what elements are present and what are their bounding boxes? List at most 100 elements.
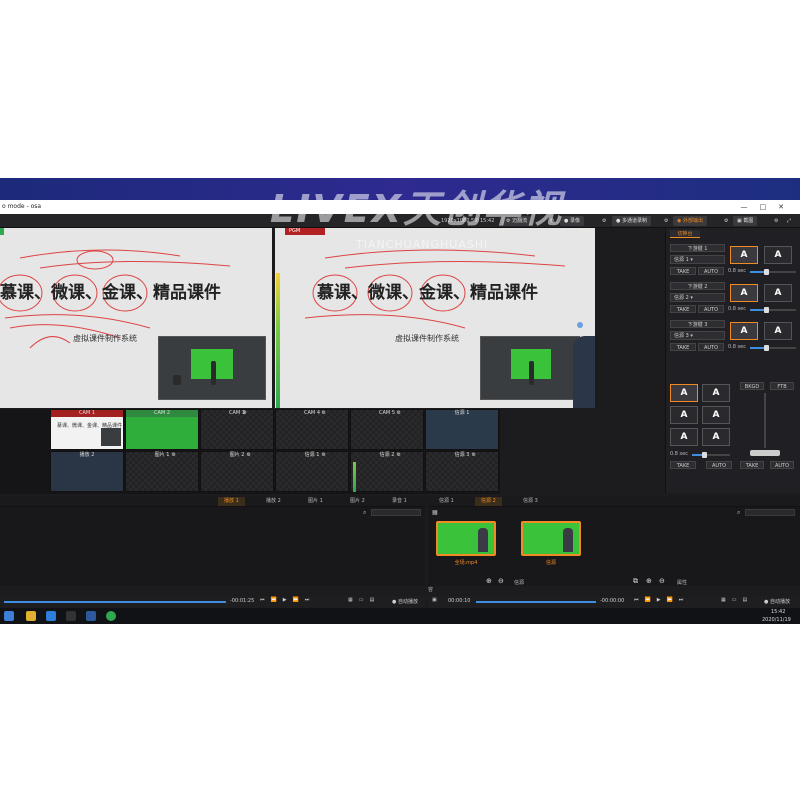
left-progress[interactable] <box>4 601 226 603</box>
dsk2-a-button[interactable]: A <box>730 284 758 302</box>
dsk1-a-button[interactable]: A <box>730 246 758 264</box>
gear-icon[interactable]: ⚙ <box>247 452 251 458</box>
close-icon[interactable]: ✕ <box>778 203 796 211</box>
source-signal1[interactable]: 信源 1 <box>425 409 499 450</box>
wechat-icon[interactable] <box>106 611 116 621</box>
transition-a1-button[interactable]: A <box>670 384 698 402</box>
gear-icon[interactable]: ⚙ <box>720 216 732 226</box>
source-cam4[interactable]: CAM 4 ⚙ <box>275 409 349 450</box>
dsk1-a2-button[interactable]: A <box>764 246 792 264</box>
tab-signal1[interactable]: 信源 1 <box>433 497 460 506</box>
dsk2-a2-button[interactable]: A <box>764 284 792 302</box>
source-signal2[interactable]: 信源 2 ⚙ <box>350 451 424 492</box>
bg-take-button[interactable]: TAKE <box>670 461 696 469</box>
image-icon[interactable]: ▣ <box>432 597 437 603</box>
dsk3-a2-button[interactable]: A <box>764 322 792 340</box>
source-play2[interactable]: 播放 2 <box>50 451 124 492</box>
tab-play2[interactable]: 播放 2 <box>260 497 287 506</box>
livex-app-icon[interactable] <box>86 611 96 621</box>
dsk1-auto-button[interactable]: AUTO <box>698 267 724 275</box>
switcher-tab[interactable]: 切换台 <box>670 230 700 238</box>
source-image1[interactable]: 图片 1 ⚙ <box>125 451 199 492</box>
minimize-icon[interactable]: — <box>741 203 760 211</box>
dsk1-select[interactable]: 信源 1 ▾ <box>670 255 725 264</box>
screenshot-button[interactable]: ▣ 截图 <box>733 216 758 226</box>
gear-icon[interactable]: ⚙ <box>397 410 401 416</box>
search-icon[interactable]: ⌕ <box>737 509 740 517</box>
record-button[interactable]: ● 录像 <box>560 216 584 226</box>
search-icon[interactable]: ⌕ <box>363 509 366 517</box>
ftb-take-button[interactable]: TAKE <box>740 461 764 469</box>
grid-view-icon[interactable]: ▦ <box>432 509 438 516</box>
gear-icon[interactable]: ⚙ <box>322 452 326 458</box>
external-output-button[interactable]: ◉ 外部输出 <box>673 216 707 226</box>
media-thumb-2[interactable] <box>521 521 581 556</box>
tab-play1[interactable]: 播放 1 <box>218 497 245 506</box>
right-autoplay[interactable]: ● 自动播放 <box>764 598 790 605</box>
properties-search-input[interactable] <box>745 509 795 516</box>
bkgd-button[interactable]: BKGD <box>740 382 764 390</box>
media-thumb-1[interactable] <box>436 521 496 556</box>
dsk3-take-button[interactable]: TAKE <box>670 343 696 351</box>
source-cam1[interactable]: CAM 1 慕课、微课、金课、精品课件 <box>50 409 124 450</box>
store-icon[interactable] <box>46 611 56 621</box>
ftb-auto-button[interactable]: AUTO <box>770 461 794 469</box>
dsk3-slider[interactable] <box>750 345 796 351</box>
left-transport-buttons[interactable]: ⏮⏪▶⏩⏭ <box>260 597 315 603</box>
gear-icon[interactable]: ⚙ <box>243 410 247 416</box>
dsk2-take-button[interactable]: TAKE <box>670 305 696 313</box>
gear-icon[interactable]: ⚙ <box>397 452 401 458</box>
dsk2-slider[interactable] <box>750 307 796 313</box>
gear-icon[interactable]: ⚙ <box>472 452 476 458</box>
bg-auto-button[interactable]: AUTO <box>706 461 732 469</box>
dsk3-select[interactable]: 信源 3 ▾ <box>670 331 725 340</box>
source-image2[interactable]: 图片 2 ⚙ <box>200 451 274 492</box>
source-cam2[interactable]: CAM 2 <box>125 409 199 450</box>
gear-icon[interactable]: ⚙ <box>770 216 782 226</box>
maximize-icon[interactable]: □ <box>760 203 779 211</box>
transition-a5-button[interactable]: A <box>670 428 698 446</box>
transition-a3-button[interactable]: A <box>670 406 698 424</box>
transition-a2-button[interactable]: A <box>702 384 730 402</box>
source-signal1b[interactable]: 信源 1 ⚙ <box>275 451 349 492</box>
file-explorer-icon[interactable] <box>26 611 36 621</box>
multi-record-button[interactable]: ● 多通道录制 <box>612 216 651 226</box>
remove-icon[interactable]: ⊖ <box>498 577 504 585</box>
app-icon[interactable] <box>66 611 76 621</box>
right-transport-buttons[interactable]: ⏮⏪▶⏩⏭ <box>634 597 689 603</box>
tab-image2[interactable]: 图片 2 <box>344 497 371 506</box>
dsk1-slider[interactable] <box>750 269 796 275</box>
tab-signal3[interactable]: 信源 3 <box>517 497 544 506</box>
tab-signal2[interactable]: 信源 2 <box>475 497 502 506</box>
dsk2-select[interactable]: 信源 2 ▾ <box>670 293 725 302</box>
dsk3-a-button[interactable]: A <box>730 322 758 340</box>
copy-icon[interactable]: ⧉ <box>633 577 638 586</box>
gear-icon[interactable]: ⚙ <box>598 216 610 226</box>
dsk1-take-button[interactable]: TAKE <box>670 267 696 275</box>
remove-icon[interactable]: ⊖ <box>659 577 665 585</box>
gear-icon[interactable]: ⚙ <box>322 410 326 416</box>
gear-icon[interactable]: ⚙ <box>660 216 672 226</box>
tab-image1[interactable]: 图片 1 <box>302 497 329 506</box>
transition-a4-button[interactable]: A <box>702 406 730 424</box>
left-autoplay[interactable]: ● 自动播放 <box>392 598 418 605</box>
dsk2-auto-button[interactable]: AUTO <box>698 305 724 313</box>
gear-icon[interactable]: ⚙ <box>172 452 176 458</box>
add-icon[interactable]: ⊕ <box>646 577 652 585</box>
right-view-icons[interactable]: ▦▭▤ <box>721 597 753 603</box>
tab-audio1[interactable]: 录音 1 <box>386 497 413 506</box>
window-controls[interactable]: —□✕ <box>741 200 797 214</box>
expand-icon[interactable]: ⤢ <box>783 216 795 226</box>
tbar-handle[interactable] <box>750 450 780 456</box>
transition-slider[interactable] <box>692 452 730 458</box>
source-signal3[interactable]: 信源 3 ⚙ <box>425 451 499 492</box>
dsk3-auto-button[interactable]: AUTO <box>698 343 724 351</box>
windows-start-icon[interactable] <box>4 611 14 621</box>
search-input[interactable] <box>371 509 421 516</box>
left-view-icons[interactable]: ▦▭▤ <box>348 597 380 603</box>
right-progress[interactable] <box>476 601 596 603</box>
source-cam3[interactable]: CAM 3 ⚙ <box>200 409 274 450</box>
transition-a6-button[interactable]: A <box>702 428 730 446</box>
ftb-button[interactable]: FTB <box>770 382 794 390</box>
add-icon[interactable]: ⊕ <box>486 577 492 585</box>
